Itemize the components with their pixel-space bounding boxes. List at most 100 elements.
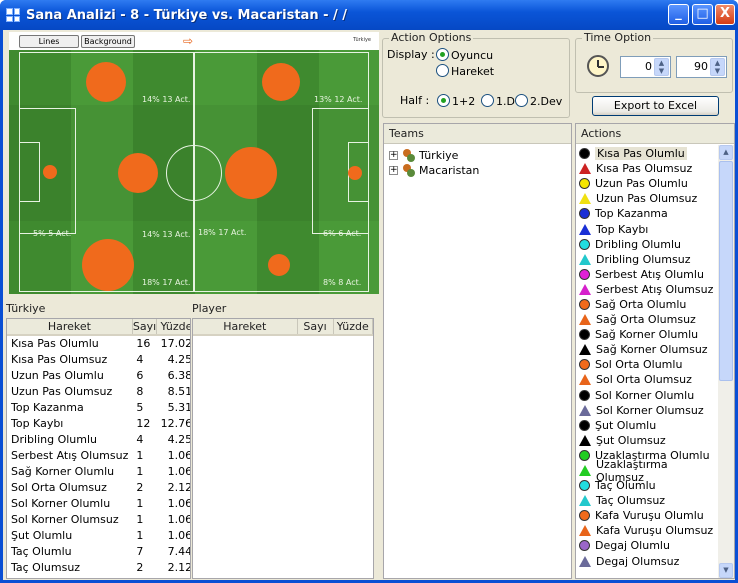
action-item[interactable]: Kısa Pas Olumsuz — [576, 161, 718, 176]
action-item[interactable]: Sağ Orta Olumlu — [576, 297, 718, 312]
action-item[interactable]: Uzaklaştırma Olumsuz — [576, 458, 718, 484]
tree-item-macaristan[interactable]: + Macaristan — [389, 163, 479, 178]
action-item[interactable]: Uzun Pas Olumlu — [576, 176, 718, 191]
display-oyuncu-radio[interactable]: Oyuncu — [436, 48, 493, 62]
stepper-arrows-icon[interactable]: ▲ ▼ — [654, 58, 669, 76]
circle-marker-icon — [579, 359, 590, 371]
table-row[interactable]: Taç Olumsuz 2 2.12 — [7, 559, 190, 575]
action-item[interactable]: Sağ Korner Olumlu — [576, 327, 718, 342]
action-item[interactable]: Taç Olumsuz — [576, 493, 718, 508]
col-header-sayi[interactable]: Sayı — [297, 319, 334, 336]
action-item[interactable]: Serbest Atış Olumsuz — [576, 282, 718, 297]
close-button[interactable]: X — [715, 4, 735, 25]
action-item[interactable]: Sağ Orta Olumsuz — [576, 312, 718, 327]
lines-button[interactable]: Lines — [19, 35, 79, 48]
table-cell: 5 — [136, 400, 144, 414]
action-item[interactable]: Serbest Atış Olumlu — [576, 267, 718, 282]
player-stats-table[interactable]: Hareket Sayı Yüzde — [192, 318, 374, 579]
display-hareket-radio[interactable]: Hareket — [436, 64, 494, 78]
table-row[interactable]: Kısa Pas Olumlu 16 17.02 — [7, 335, 190, 351]
action-item[interactable]: Uzun Pas Olumsuz — [576, 191, 718, 206]
scroll-up-icon[interactable]: ▲ — [719, 145, 733, 160]
table-cell: Uzun Pas Olumsuz — [11, 384, 113, 398]
action-item[interactable]: Top Kaybı — [576, 221, 718, 236]
col-header-hareket[interactable]: Hareket — [193, 319, 298, 336]
table-row[interactable]: Uzun Pas Olumsuz 8 8.51 — [7, 383, 191, 399]
expand-icon[interactable]: + — [389, 166, 398, 175]
left-goal-box — [19, 142, 40, 202]
table-cell: Sol Korner Olumlu — [11, 496, 111, 510]
circle-marker-icon — [579, 268, 590, 280]
action-item[interactable]: Dribling Olumlu — [576, 237, 718, 252]
title-bar[interactable]: Sana Analizi - 8 - Türkiye vs. Macarista… — [0, 0, 738, 30]
half-2dev-radio[interactable]: 2.Dev — [515, 94, 562, 108]
table-row[interactable]: Dribling Olumlu 4 4.25 — [7, 431, 190, 447]
table-row[interactable]: Kısa Pas Olumsuz 4 4.25 — [7, 351, 190, 367]
expand-icon[interactable]: + — [389, 151, 398, 160]
action-item[interactable]: Kafa Vuruşu Olumsuz — [576, 523, 718, 538]
table-row[interactable]: Uzun Pas Olumlu 6 6.38 — [7, 367, 190, 383]
tree-item-turkiye[interactable]: + Türkiye — [389, 148, 479, 163]
action-item[interactable]: Şut Olumsuz — [576, 433, 718, 448]
circle-marker-icon — [579, 298, 590, 310]
table-cell: 1 — [136, 448, 144, 462]
stepper-arrows-icon[interactable]: ▲ ▼ — [710, 58, 725, 76]
time-from-stepper[interactable]: 0 ▲ ▼ — [620, 56, 671, 78]
arrow-right-icon[interactable]: ⇨ — [183, 34, 193, 48]
pitch-view[interactable]: 14% 13 Act. 13% 12 Act. 5% 5 Act. 14% 13… — [9, 32, 379, 294]
table-cell: 8.51 — [167, 384, 191, 398]
table-row[interactable]: Sol Orta Olumsuz 2 2.12 — [7, 479, 190, 495]
actions-list[interactable]: Kısa Pas Olumlu Kısa Pas Olumsuz Uzun Pas … — [576, 146, 718, 569]
action-item[interactable]: Degaj Olumsuz — [576, 554, 718, 569]
heat-spot — [43, 165, 57, 179]
table-row[interactable]: Serbest Atış Olumsuz 1 1.06 — [7, 447, 190, 463]
table-cell: 5.31 — [167, 400, 191, 414]
table-cell: 1 — [136, 512, 144, 526]
actions-scrollbar[interactable]: ▲ ▼ — [718, 145, 734, 578]
actions-header: Actions — [576, 124, 734, 144]
action-item[interactable]: Top Kazanma — [576, 206, 718, 221]
half-1-2-radio[interactable]: 1+2 — [437, 94, 475, 108]
scroll-down-icon[interactable]: ▼ — [719, 563, 733, 578]
action-item[interactable]: Sol Korner Olumsuz — [576, 403, 718, 418]
col-header-hareket[interactable]: Hareket — [7, 319, 133, 336]
team-stats-table[interactable]: Hareket Sayı Yüzde Kısa Pas Olumlu 16 17.0… — [6, 318, 191, 579]
table-row[interactable]: Taç Olumlu 7 7.44 — [7, 543, 190, 559]
triangle-marker-icon — [579, 374, 591, 386]
action-item[interactable]: Şut Olumlu — [576, 418, 718, 433]
table-row[interactable]: Sol Korner Olumsuz 1 1.06 — [7, 511, 190, 527]
action-item[interactable]: Sol Orta Olumlu — [576, 357, 718, 372]
table-row[interactable]: Top Kazanma 5 5.31 — [7, 399, 191, 415]
maximize-button[interactable]: □ — [692, 4, 713, 25]
action-item[interactable]: Sol Orta Olumsuz — [576, 372, 718, 387]
action-label: Dribling Olumlu — [595, 237, 682, 251]
team-icon — [402, 164, 416, 177]
col-header-yuzde[interactable]: Yüzde — [333, 319, 373, 336]
action-item[interactable]: Kısa Pas Olumlu — [576, 146, 718, 161]
action-item[interactable]: Kafa Vuruşu Olumlu — [576, 508, 718, 523]
table-cell: 1 — [136, 496, 144, 510]
table-row[interactable]: Top Kaybı 12 12.76 — [7, 415, 190, 431]
table-cell: Taç Olumlu — [11, 544, 72, 558]
table-row[interactable]: Sağ Korner Olumlu 1 1.06 — [7, 463, 191, 479]
time-to-stepper[interactable]: 90 ▲ ▼ — [676, 56, 727, 78]
table-row[interactable]: Sol Korner Olumlu 1 1.06 — [7, 495, 190, 511]
col-header-sayi[interactable]: Sayı — [132, 319, 158, 336]
table-cell: Kısa Pas Olumlu — [11, 337, 99, 350]
minimize-button[interactable]: _ — [668, 4, 689, 25]
action-item[interactable]: Sağ Korner Olumsuz — [576, 342, 718, 357]
background-button[interactable]: Background — [81, 35, 135, 48]
export-excel-button[interactable]: Export to Excel — [592, 96, 719, 116]
action-item[interactable]: Degaj Olumlu — [576, 538, 718, 553]
scroll-thumb[interactable] — [719, 161, 733, 381]
table-row[interactable]: Şut Olumlu 1 1.06 — [7, 527, 190, 543]
teams-tree[interactable]: + Türkiye + Macaristan — [389, 148, 479, 178]
display-label: Display : — [387, 48, 435, 61]
zone-label: 18% 17 Act. — [198, 228, 247, 237]
action-item[interactable]: Sol Korner Olumlu — [576, 388, 718, 403]
actions-panel: Actions Kısa Pas Olumlu Kısa Pas Olumsuz U… — [575, 123, 735, 579]
table-cell: 16 — [136, 337, 151, 350]
action-item[interactable]: Dribling Olumsuz — [576, 252, 718, 267]
table-cell: 1.06 — [167, 464, 191, 478]
col-header-yuzde[interactable]: Yüzde — [156, 319, 190, 336]
